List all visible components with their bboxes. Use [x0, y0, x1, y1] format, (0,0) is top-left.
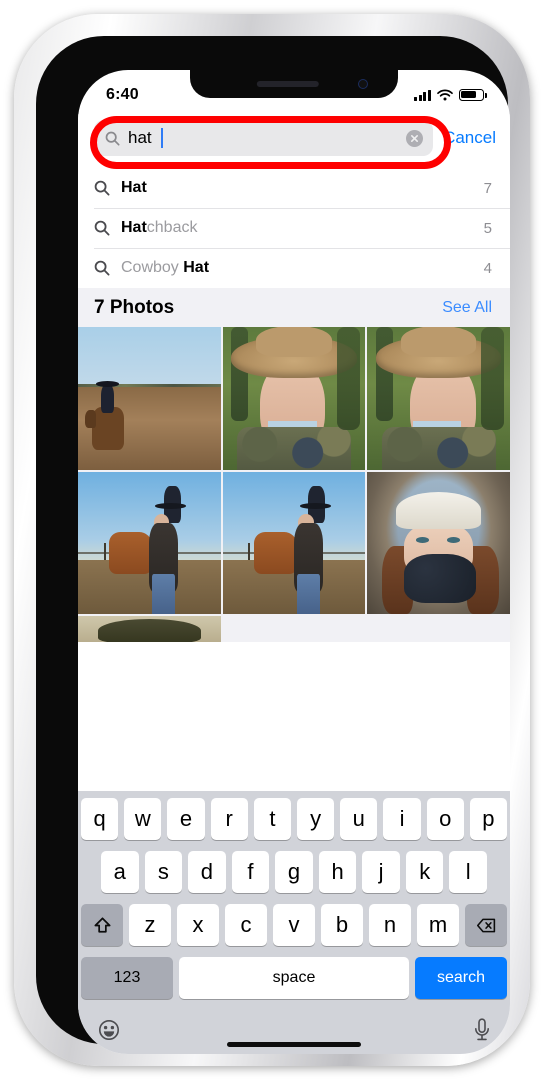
- suggestion-label: Hat: [121, 179, 147, 196]
- numbers-key[interactable]: 123: [81, 957, 173, 999]
- photo-thumbnail[interactable]: [222, 327, 366, 470]
- search-input-value: hat: [128, 128, 152, 147]
- key-g[interactable]: g: [275, 851, 313, 893]
- suggestion-row[interactable]: Cowboy Hat 4: [78, 248, 510, 288]
- phone-frame: 6:40 hat Cancel Hat 7 Hatchback 5 Cowboy…: [14, 14, 530, 1066]
- search-suggestions-list: Hat 7 Hatchback 5 Cowboy Hat 4: [78, 168, 510, 288]
- photo-thumbnail[interactable]: [367, 471, 510, 615]
- emoji-key[interactable]: [97, 1018, 121, 1047]
- key-f[interactable]: f: [231, 851, 270, 893]
- key-u[interactable]: u: [340, 798, 378, 840]
- shift-key[interactable]: [81, 904, 123, 946]
- status-time: 6:40: [106, 86, 139, 103]
- photo-thumbnail[interactable]: [367, 327, 510, 470]
- photos-section-header: 7 Photos See All: [78, 288, 510, 327]
- key-n[interactable]: n: [369, 904, 411, 946]
- space-key[interactable]: space: [179, 957, 409, 999]
- suggestion-row[interactable]: Hat 7: [78, 168, 510, 208]
- shift-arrow-icon: [93, 916, 111, 933]
- key-r[interactable]: r: [210, 798, 248, 840]
- key-w[interactable]: w: [124, 798, 162, 840]
- onscreen-keyboard: q w e r t y u i o p a s d f g h j k l z …: [78, 791, 510, 1054]
- key-a[interactable]: a: [100, 851, 139, 893]
- photo-thumbnail[interactable]: [222, 471, 366, 615]
- key-d[interactable]: d: [188, 851, 226, 893]
- key-h[interactable]: h: [318, 851, 357, 893]
- keyboard-row-3: z x c v b n m: [81, 904, 507, 946]
- suggestion-count: 7: [483, 179, 492, 197]
- home-indicator: [227, 1042, 361, 1047]
- search-icon: [94, 220, 110, 236]
- keyboard-row-4: 123 space search: [81, 957, 507, 999]
- keyboard-row-1: q w e r t y u i o p: [80, 798, 508, 840]
- status-indicators: [414, 83, 487, 101]
- backspace-key[interactable]: [465, 904, 507, 946]
- key-i[interactable]: i: [383, 798, 421, 840]
- key-z[interactable]: z: [129, 904, 171, 946]
- clear-search-button[interactable]: [406, 129, 424, 147]
- backspace-icon: [476, 918, 495, 932]
- key-t[interactable]: t: [253, 798, 291, 840]
- phone-screen: 6:40 hat Cancel Hat 7 Hatchback 5 Cowboy…: [78, 70, 510, 1054]
- search-return-key[interactable]: search: [415, 957, 507, 999]
- earpiece-speaker: [256, 81, 319, 87]
- front-camera-icon: [358, 79, 368, 89]
- microphone-icon: [475, 1017, 489, 1040]
- search-icon: [94, 260, 110, 276]
- suggestion-label: Hatchback: [121, 219, 198, 236]
- photo-thumbnail[interactable]: [78, 327, 221, 470]
- keyboard-bottom-bar: [81, 1010, 507, 1054]
- photo-thumbnail[interactable]: [78, 616, 221, 643]
- key-p[interactable]: p: [469, 798, 508, 840]
- cellular-bars-icon: [414, 89, 431, 101]
- phone-bezel: 6:40 hat Cancel Hat 7 Hatchback 5 Cowboy…: [36, 36, 510, 1054]
- suggestion-count: 4: [483, 259, 492, 277]
- photos-results-section: 7 Photos See All: [78, 288, 510, 643]
- battery-icon: [459, 89, 487, 101]
- dictation-key[interactable]: [471, 1017, 493, 1048]
- key-y[interactable]: y: [297, 798, 335, 840]
- key-b[interactable]: b: [321, 904, 363, 946]
- wifi-icon: [437, 89, 453, 101]
- notch: [190, 70, 398, 98]
- photo-grid: [78, 327, 510, 643]
- key-j[interactable]: j: [362, 851, 400, 893]
- key-e[interactable]: e: [167, 798, 205, 840]
- clear-circle-icon: [411, 134, 419, 142]
- text-cursor: [160, 128, 163, 148]
- suggestion-count: 5: [483, 219, 492, 237]
- photos-count-title: 7 Photos: [94, 297, 175, 318]
- search-icon: [105, 131, 120, 146]
- key-o[interactable]: o: [426, 798, 464, 840]
- emoji-smiley-icon: [99, 1019, 119, 1040]
- key-k[interactable]: k: [405, 851, 444, 893]
- search-input[interactable]: hat: [94, 120, 434, 156]
- key-m[interactable]: m: [417, 904, 459, 946]
- search-bar: hat Cancel: [78, 114, 510, 169]
- suggestion-row[interactable]: Hatchback 5: [78, 208, 510, 248]
- search-icon: [94, 180, 110, 196]
- key-s[interactable]: s: [144, 851, 183, 893]
- key-q[interactable]: q: [80, 798, 119, 840]
- suggestion-label: Cowboy Hat: [121, 259, 210, 276]
- key-c[interactable]: c: [225, 904, 267, 946]
- cancel-button[interactable]: Cancel: [443, 128, 496, 148]
- see-all-link[interactable]: See All: [442, 299, 492, 317]
- key-v[interactable]: v: [273, 904, 315, 946]
- photo-thumbnail[interactable]: [78, 471, 221, 615]
- key-l[interactable]: l: [449, 851, 488, 893]
- keyboard-row-2: a s d f g h j k l: [81, 851, 507, 893]
- key-x[interactable]: x: [177, 904, 219, 946]
